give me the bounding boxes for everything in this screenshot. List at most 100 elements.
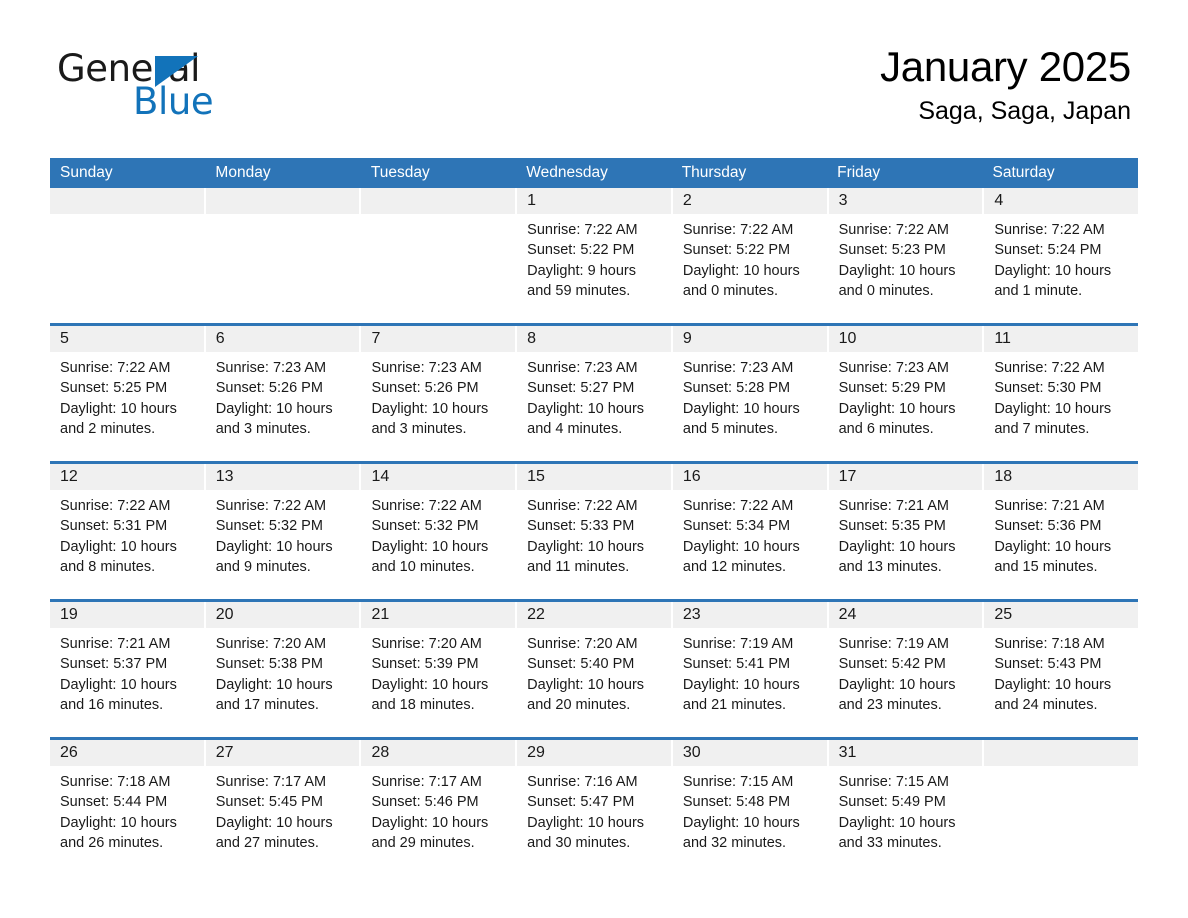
day-number-band: 20 <box>205 602 360 628</box>
day-number-band: 23 <box>672 602 827 628</box>
day-number-band: 29 <box>517 740 671 766</box>
day-number: 9 <box>682 330 692 347</box>
day-number-band: 28 <box>361 740 516 766</box>
day-cell[interactable]: 7 Sunrise: 7:23 AM Sunset: 5:26 PM Daylig… <box>361 326 518 461</box>
day-sun-info: Sunrise: 7:17 AM Sunset: 5:46 PM Dayligh… <box>371 774 489 851</box>
general-blue-logo[interactable]: General Blue <box>57 50 287 125</box>
day-cell[interactable]: 22 Sunrise: 7:20 AM Sunset: 5:40 PM Dayli… <box>517 602 673 737</box>
day-number-band: 6 <box>205 326 360 352</box>
title-block: January 2025 Saga, Saga, Japan <box>880 43 1131 126</box>
day-cell[interactable]: 24 Sunrise: 7:19 AM Sunset: 5:42 PM Dayli… <box>828 602 985 737</box>
page-subtitle: Saga, Saga, Japan <box>918 97 1131 126</box>
day-number-band: 16 <box>672 464 827 490</box>
day-cell[interactable]: 9 Sunrise: 7:23 AM Sunset: 5:28 PM Daylig… <box>672 326 829 461</box>
day-number-band: 5 <box>50 326 204 352</box>
day-number-band: 3 <box>828 188 983 214</box>
calendar-grid: Sunday Monday Tuesday Wednesday Thursday Frid… <box>50 158 1139 875</box>
day-number-band: 12 <box>50 464 204 490</box>
week-row: 5 Sunrise: 7:22 AM Sunset: 5:25 PM Daylig… <box>50 323 1139 461</box>
day-number-band: 26 <box>50 740 204 766</box>
day-cell[interactable]: 20 Sunrise: 7:20 AM Sunset: 5:38 PM Dayli… <box>205 602 362 737</box>
day-number-band: 14 <box>361 464 516 490</box>
day-number: 5 <box>60 330 69 347</box>
day-cell[interactable]: 17 Sunrise: 7:21 AM Sunset: 5:35 PM Dayli… <box>828 464 985 599</box>
day-cell-empty <box>50 188 206 323</box>
day-sun-info: Sunrise: 7:17 AM Sunset: 5:45 PM Dayligh… <box>215 774 333 851</box>
day-cell[interactable]: 23 Sunrise: 7:19 AM Sunset: 5:41 PM Dayli… <box>672 602 829 737</box>
day-cell[interactable]: 11 Sunrise: 7:22 AM Sunset: 5:30 PM Dayli… <box>984 326 1139 461</box>
day-cell[interactable]: 27 Sunrise: 7:17 AM Sunset: 5:45 PM Dayli… <box>205 740 362 875</box>
day-cell[interactable]: 8 Sunrise: 7:23 AM Sunset: 5:27 PM Daylig… <box>517 326 673 461</box>
day-cell[interactable]: 10 Sunrise: 7:23 AM Sunset: 5:29 PM Dayli… <box>828 326 985 461</box>
day-cell[interactable]: 25 Sunrise: 7:18 AM Sunset: 5:43 PM Dayli… <box>984 602 1139 737</box>
day-cell[interactable]: 31 Sunrise: 7:15 AM Sunset: 5:49 PM Dayli… <box>828 740 985 875</box>
day-cell[interactable]: 16 Sunrise: 7:22 AM Sunset: 5:34 PM Dayli… <box>672 464 829 599</box>
day-cell[interactable]: 21 Sunrise: 7:20 AM Sunset: 5:39 PM Dayli… <box>361 602 518 737</box>
day-number-band: 15 <box>517 464 671 490</box>
day-number: 25 <box>994 606 1013 623</box>
day-cell[interactable]: 26 Sunrise: 7:18 AM Sunset: 5:44 PM Dayli… <box>50 740 206 875</box>
page-header: General Blue January 2025 Saga, Saga, Ja… <box>0 0 1188 124</box>
day-cell[interactable]: 2 Sunrise: 7:22 AM Sunset: 5:22 PM Daylig… <box>672 188 829 323</box>
day-sun-info: Sunrise: 7:21 AM Sunset: 5:37 PM Dayligh… <box>60 636 177 713</box>
day-sun-info: Sunrise: 7:22 AM Sunset: 5:33 PM Dayligh… <box>527 498 645 575</box>
day-sun-info: Sunrise: 7:22 AM Sunset: 5:25 PM Dayligh… <box>60 360 177 437</box>
day-number-band: 7 <box>361 326 516 352</box>
page-title: January 2025 <box>880 43 1131 90</box>
day-number: 4 <box>994 192 1004 209</box>
day-cell[interactable]: 28 Sunrise: 7:17 AM Sunset: 5:46 PM Dayli… <box>361 740 518 875</box>
day-sun-info: Sunrise: 7:23 AM Sunset: 5:28 PM Dayligh… <box>682 360 800 437</box>
day-sun-info: Sunrise: 7:23 AM Sunset: 5:27 PM Dayligh… <box>527 360 645 437</box>
weekday-header-wednesday: Wednesday <box>526 164 608 181</box>
day-number-band: 30 <box>672 740 827 766</box>
day-number: 17 <box>838 468 857 485</box>
day-cell[interactable]: 13 Sunrise: 7:22 AM Sunset: 5:32 PM Dayli… <box>205 464 362 599</box>
day-sun-info: Sunrise: 7:23 AM Sunset: 5:26 PM Dayligh… <box>215 360 333 437</box>
week-row: 19 Sunrise: 7:21 AM Sunset: 5:37 PM Dayli… <box>50 599 1139 737</box>
day-number: 29 <box>527 744 545 761</box>
day-number: 8 <box>527 330 537 347</box>
weekday-header-row: Sunday Monday Tuesday Wednesday Thursday Frid… <box>50 158 1138 188</box>
day-cell[interactable]: 6 Sunrise: 7:23 AM Sunset: 5:26 PM Daylig… <box>205 326 362 461</box>
day-cell[interactable]: 3 Sunrise: 7:22 AM Sunset: 5:23 PM Daylig… <box>828 188 985 323</box>
day-sun-info: Sunrise: 7:22 AM Sunset: 5:34 PM Dayligh… <box>682 498 800 575</box>
day-cell[interactable]: 29 Sunrise: 7:16 AM Sunset: 5:47 PM Dayli… <box>517 740 673 875</box>
day-number-band: 13 <box>205 464 360 490</box>
day-number-band: 21 <box>361 602 516 628</box>
day-sun-info: Sunrise: 7:19 AM Sunset: 5:42 PM Dayligh… <box>838 636 956 713</box>
day-number: 10 <box>838 330 857 347</box>
day-number: 6 <box>215 330 225 347</box>
day-cell[interactable]: 4 Sunrise: 7:22 AM Sunset: 5:24 PM Daylig… <box>984 188 1139 323</box>
day-number-band: 27 <box>205 740 360 766</box>
day-number-band: 22 <box>517 602 671 628</box>
day-number-band: 18 <box>984 464 1139 490</box>
day-number: 22 <box>527 606 545 623</box>
weekday-header-saturday: Saturday <box>992 164 1055 181</box>
day-cell[interactable]: 19 Sunrise: 7:21 AM Sunset: 5:37 PM Dayli… <box>50 602 206 737</box>
day-cell[interactable]: 18 Sunrise: 7:21 AM Sunset: 5:36 PM Dayli… <box>984 464 1139 599</box>
day-sun-info: Sunrise: 7:22 AM Sunset: 5:30 PM Dayligh… <box>994 360 1112 437</box>
day-number-band: 11 <box>984 326 1139 352</box>
day-number: 2 <box>682 192 692 209</box>
day-cell[interactable]: 30 Sunrise: 7:15 AM Sunset: 5:48 PM Dayli… <box>672 740 829 875</box>
weekday-header-sunday: Sunday <box>60 164 113 181</box>
day-cell[interactable]: 14 Sunrise: 7:22 AM Sunset: 5:32 PM Dayli… <box>361 464 518 599</box>
day-number: 14 <box>371 468 390 485</box>
day-sun-info: Sunrise: 7:19 AM Sunset: 5:41 PM Dayligh… <box>682 636 800 713</box>
day-number: 3 <box>838 192 848 209</box>
day-cell[interactable]: 1 Sunrise: 7:22 AM Sunset: 5:22 PM Daylig… <box>517 188 673 323</box>
calendar-body: 1 Sunrise: 7:22 AM Sunset: 5:22 PM Daylig… <box>50 188 1139 875</box>
day-cell[interactable]: 15 Sunrise: 7:22 AM Sunset: 5:33 PM Dayli… <box>517 464 673 599</box>
day-number-band: 8 <box>517 326 671 352</box>
day-cell-empty <box>361 188 518 323</box>
day-cell[interactable]: 12 Sunrise: 7:22 AM Sunset: 5:31 PM Dayli… <box>50 464 206 599</box>
day-number-band <box>50 188 204 214</box>
day-sun-info: Sunrise: 7:18 AM Sunset: 5:43 PM Dayligh… <box>994 636 1112 713</box>
day-number-band: 17 <box>828 464 983 490</box>
day-sun-info: Sunrise: 7:22 AM Sunset: 5:31 PM Dayligh… <box>60 498 177 575</box>
day-number: 30 <box>682 744 701 761</box>
day-sun-info: Sunrise: 7:23 AM Sunset: 5:29 PM Dayligh… <box>838 360 956 437</box>
day-number-band: 1 <box>517 188 671 214</box>
calendar-page: General Blue January 2025 Saga, Saga, Ja… <box>0 0 1188 918</box>
day-cell[interactable]: 5 Sunrise: 7:22 AM Sunset: 5:25 PM Daylig… <box>50 326 206 461</box>
